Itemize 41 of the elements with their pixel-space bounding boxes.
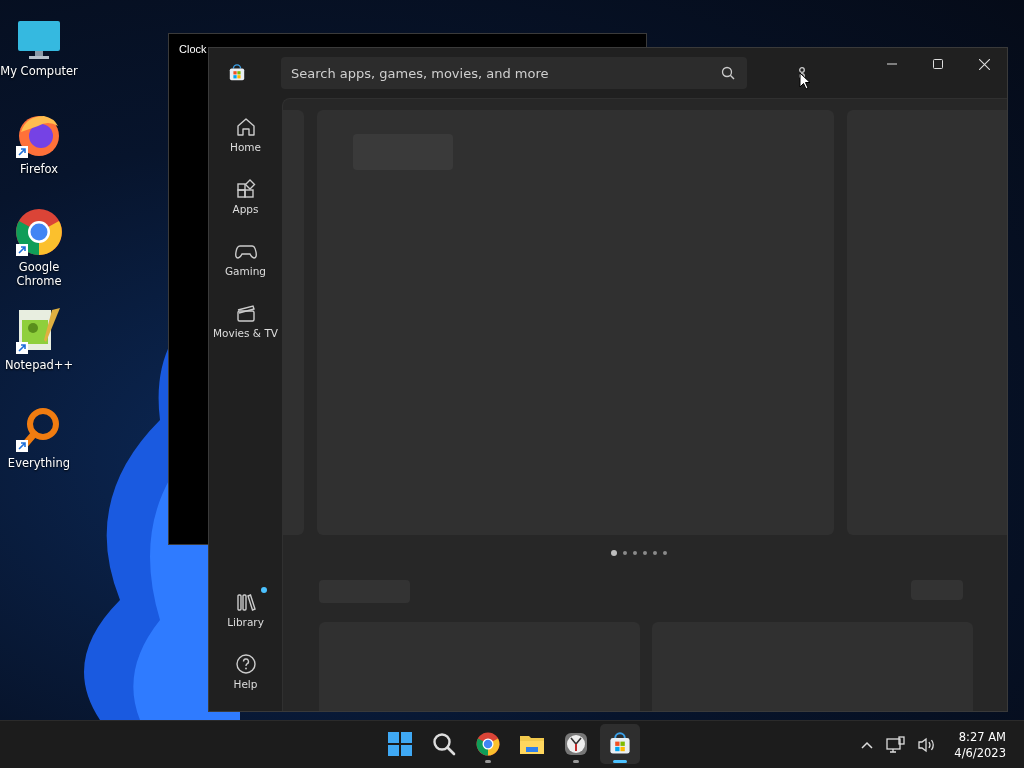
taskbar-app-button[interactable] bbox=[600, 724, 640, 764]
maximize-icon bbox=[933, 59, 943, 69]
network-icon[interactable] bbox=[886, 735, 907, 754]
speaker-icon[interactable] bbox=[918, 736, 937, 753]
desktop-icon-label[interactable]: My Computer bbox=[0, 64, 78, 78]
store-logo-icon bbox=[608, 732, 632, 756]
chrome-icon bbox=[15, 208, 63, 256]
search-icon bbox=[432, 732, 456, 756]
clock-date[interactable]: 4/6/2023 bbox=[954, 744, 1006, 761]
carousel-dot[interactable] bbox=[611, 550, 617, 556]
apps-icon bbox=[234, 177, 257, 200]
folder-icon bbox=[519, 733, 545, 755]
nav-item[interactable]: Gaming bbox=[209, 230, 282, 286]
carousel-dot[interactable] bbox=[643, 551, 647, 555]
desktop-icon-label[interactable]: Everything bbox=[0, 456, 78, 470]
carousel-dot[interactable] bbox=[633, 551, 637, 555]
desktop-icon-label[interactable]: Notepad++ bbox=[0, 358, 78, 372]
store-logo-icon bbox=[227, 64, 246, 82]
chrome-icon bbox=[476, 732, 500, 756]
monitor-icon bbox=[17, 20, 61, 60]
window-title: Clock bbox=[179, 43, 207, 55]
nav-item[interactable]: Library bbox=[209, 581, 282, 637]
clock-time[interactable]: 8:27 AM bbox=[958, 728, 1006, 745]
home-icon bbox=[234, 115, 257, 138]
search-icon bbox=[721, 66, 735, 80]
mouse-cursor-icon bbox=[799, 72, 811, 90]
clock-icon bbox=[564, 732, 588, 756]
carousel-dot[interactable] bbox=[623, 551, 627, 555]
chevron-up-icon[interactable] bbox=[860, 739, 875, 750]
nav-item[interactable]: Movies & TV bbox=[209, 292, 282, 348]
desktop-icon-label[interactable]: Firefox bbox=[0, 162, 78, 176]
help-icon bbox=[234, 652, 257, 675]
close-icon bbox=[978, 58, 990, 70]
nav-item[interactable]: Help bbox=[209, 643, 282, 699]
desktop-icon-label[interactable]: Google Chrome bbox=[0, 260, 78, 288]
nav-item[interactable]: Home bbox=[209, 106, 282, 162]
search-field[interactable]: Search apps, games, movies, and more bbox=[281, 57, 747, 89]
nav-item[interactable]: Apps bbox=[209, 168, 282, 224]
windows-logo-icon bbox=[388, 732, 412, 756]
carousel-dot[interactable] bbox=[663, 551, 667, 555]
carousel-dot[interactable] bbox=[653, 551, 657, 555]
